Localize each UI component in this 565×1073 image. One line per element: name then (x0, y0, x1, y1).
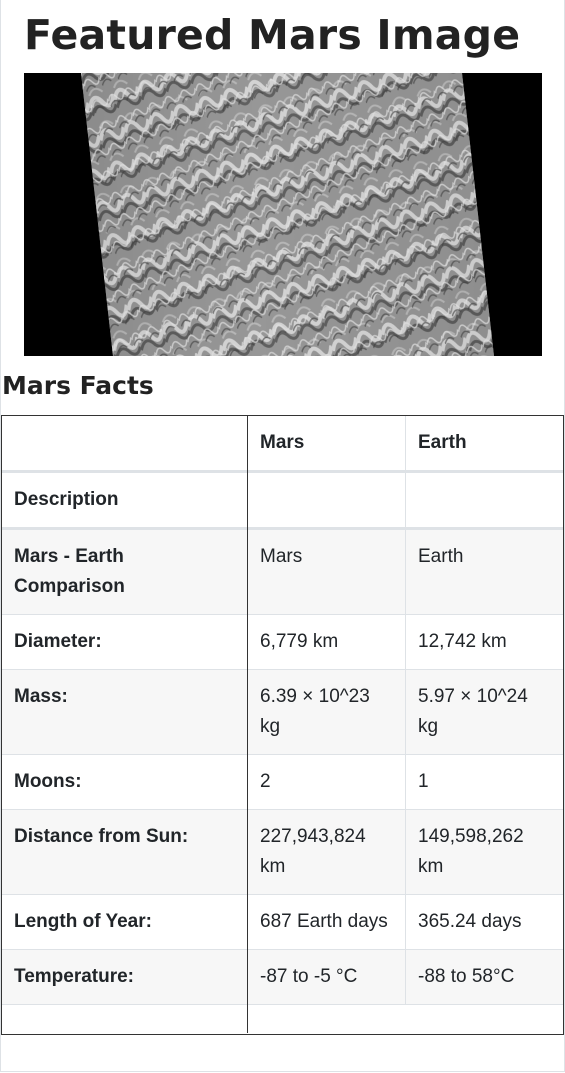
earth-value (405, 471, 564, 530)
table-row: Temperature: -87 to -5 °C -88 to 58°C (1, 949, 564, 1005)
mars-facts-title: Mars Facts (2, 371, 154, 400)
mars-value: 687 Earth days (247, 894, 406, 950)
table-row: Mass: 6.39 × 10^23 kg 5.97 × 10^24 kg (1, 669, 564, 755)
mars-facts-table: Mars Earth Description Mars - Earth Comp… (1, 415, 564, 1005)
mars-value: 6,779 km (247, 614, 406, 670)
row-label: Temperature: (1, 949, 248, 1005)
featured-image-title: Featured Mars Image (24, 11, 521, 59)
table-row: Distance from Sun: 227,943,824 km 149,59… (1, 809, 564, 895)
row-label: Moons: (1, 754, 248, 810)
earth-value: 12,742 km (405, 614, 564, 670)
row-label: Distance from Sun: (1, 809, 248, 895)
mars-value: 227,943,824 km (247, 809, 406, 895)
row-label: Length of Year: (1, 894, 248, 950)
mars-value: Mars (247, 528, 406, 615)
row-label: Diameter: (1, 614, 248, 670)
earth-value: 365.24 days (405, 894, 564, 950)
table-row: Mars - Earth Comparison Mars Earth (1, 528, 564, 615)
earth-value: 5.97 × 10^24 kg (405, 669, 564, 755)
mars-value: 6.39 × 10^23 kg (247, 669, 406, 755)
row-label: Description (1, 471, 248, 530)
header-earth: Earth (405, 415, 564, 473)
mars-value (247, 471, 406, 530)
row-label: Mass: (1, 669, 248, 755)
earth-value: 149,598,262 km (405, 809, 564, 895)
table-row: Moons: 2 1 (1, 754, 564, 810)
earth-value: -88 to 58°C (405, 949, 564, 1005)
header-empty (1, 415, 248, 473)
header-mars: Mars (247, 415, 406, 473)
featured-mars-image (24, 73, 542, 356)
table-header-row: Mars Earth (1, 415, 564, 473)
mars-value: -87 to -5 °C (247, 949, 406, 1005)
table-row: Diameter: 6,779 km 12,742 km (1, 614, 564, 670)
table-row: Description (1, 471, 564, 530)
row-label: Mars - Earth Comparison (1, 528, 248, 615)
earth-value: Earth (405, 528, 564, 615)
table-column-divider (247, 416, 248, 1033)
earth-value: 1 (405, 754, 564, 810)
table-row: Length of Year: 687 Earth days 365.24 da… (1, 894, 564, 950)
mars-value: 2 (247, 754, 406, 810)
